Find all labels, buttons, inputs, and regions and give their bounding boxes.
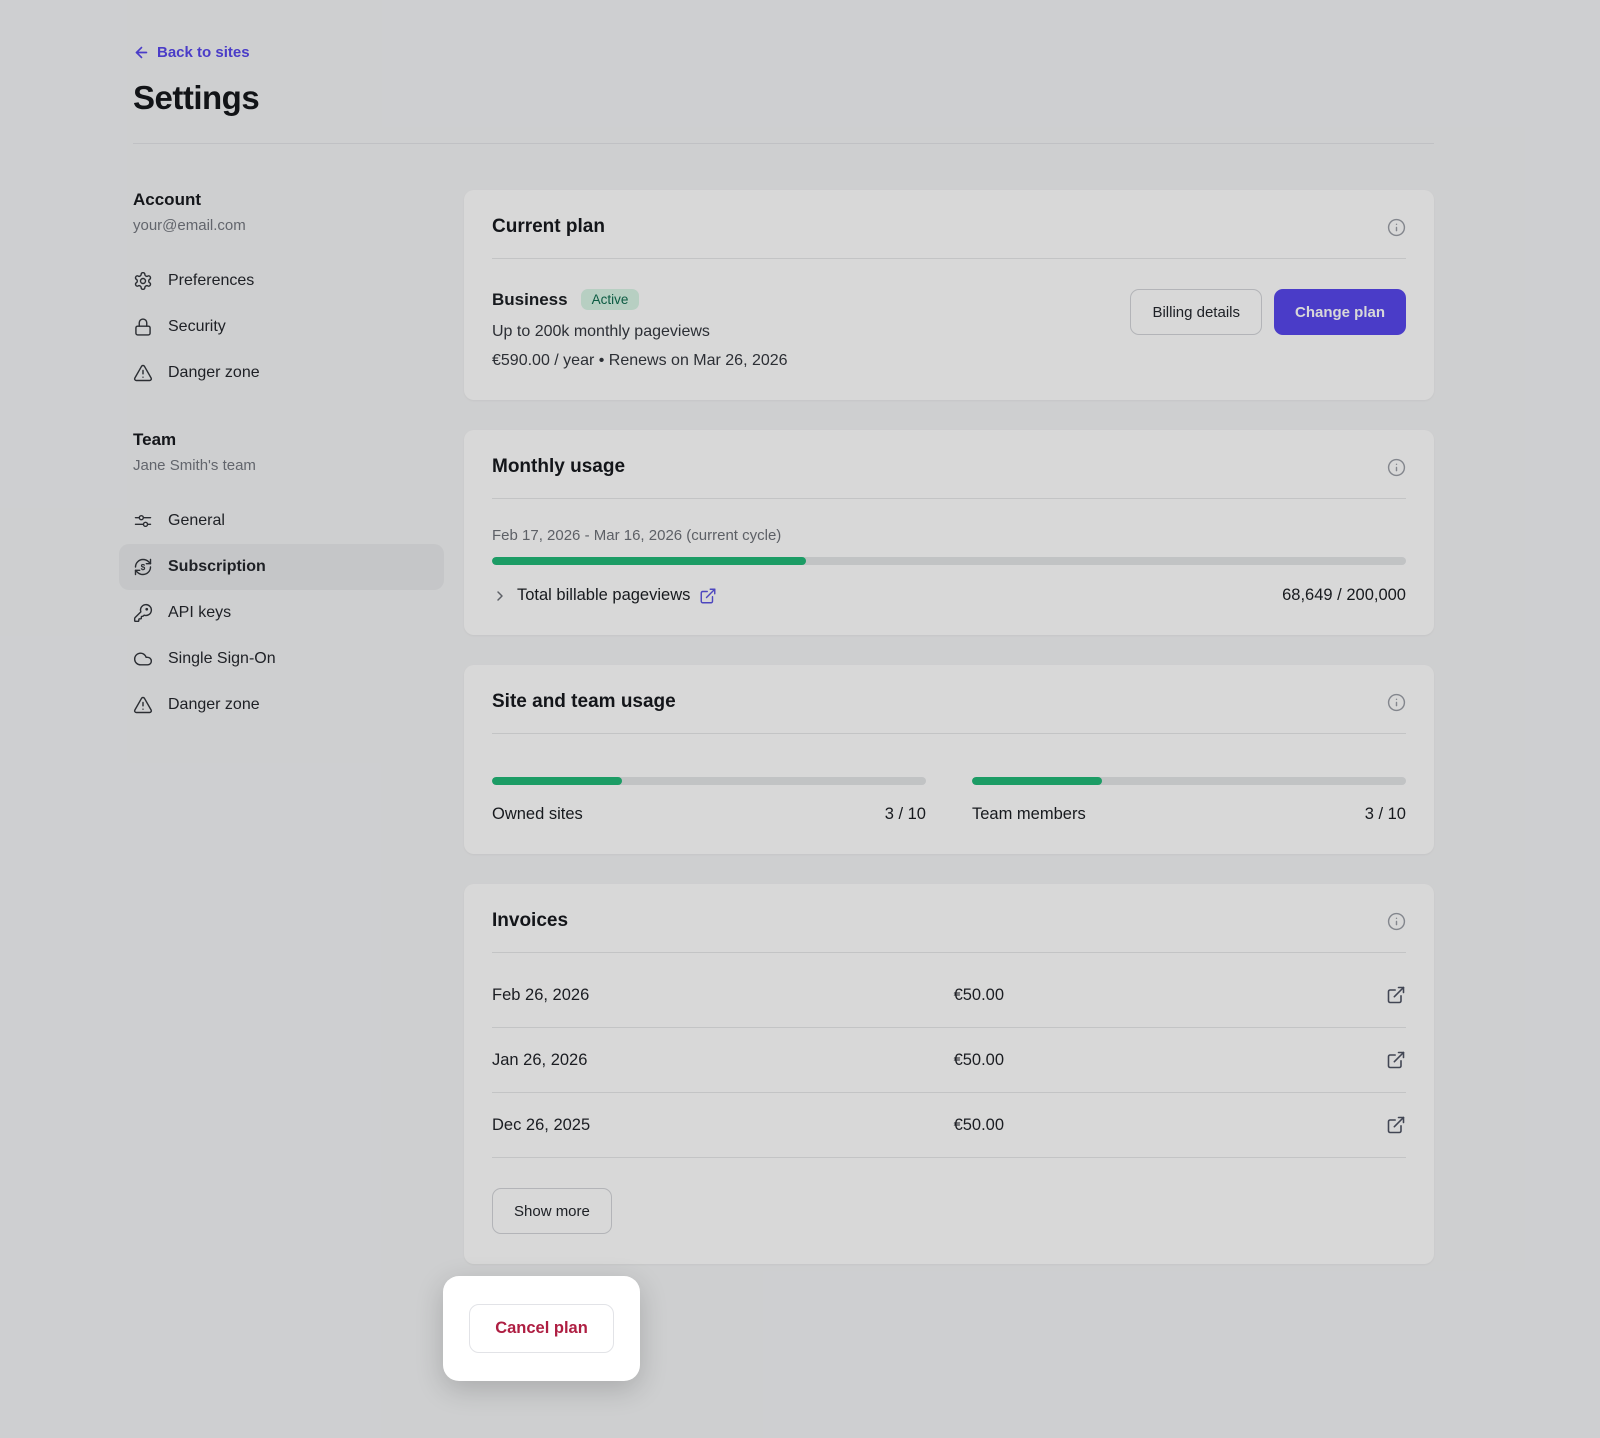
cancel-plan-spotlight: Cancel plan	[443, 1276, 640, 1381]
cancel-plan-button[interactable]: Cancel plan	[469, 1304, 614, 1353]
dim-overlay	[0, 0, 1600, 1438]
